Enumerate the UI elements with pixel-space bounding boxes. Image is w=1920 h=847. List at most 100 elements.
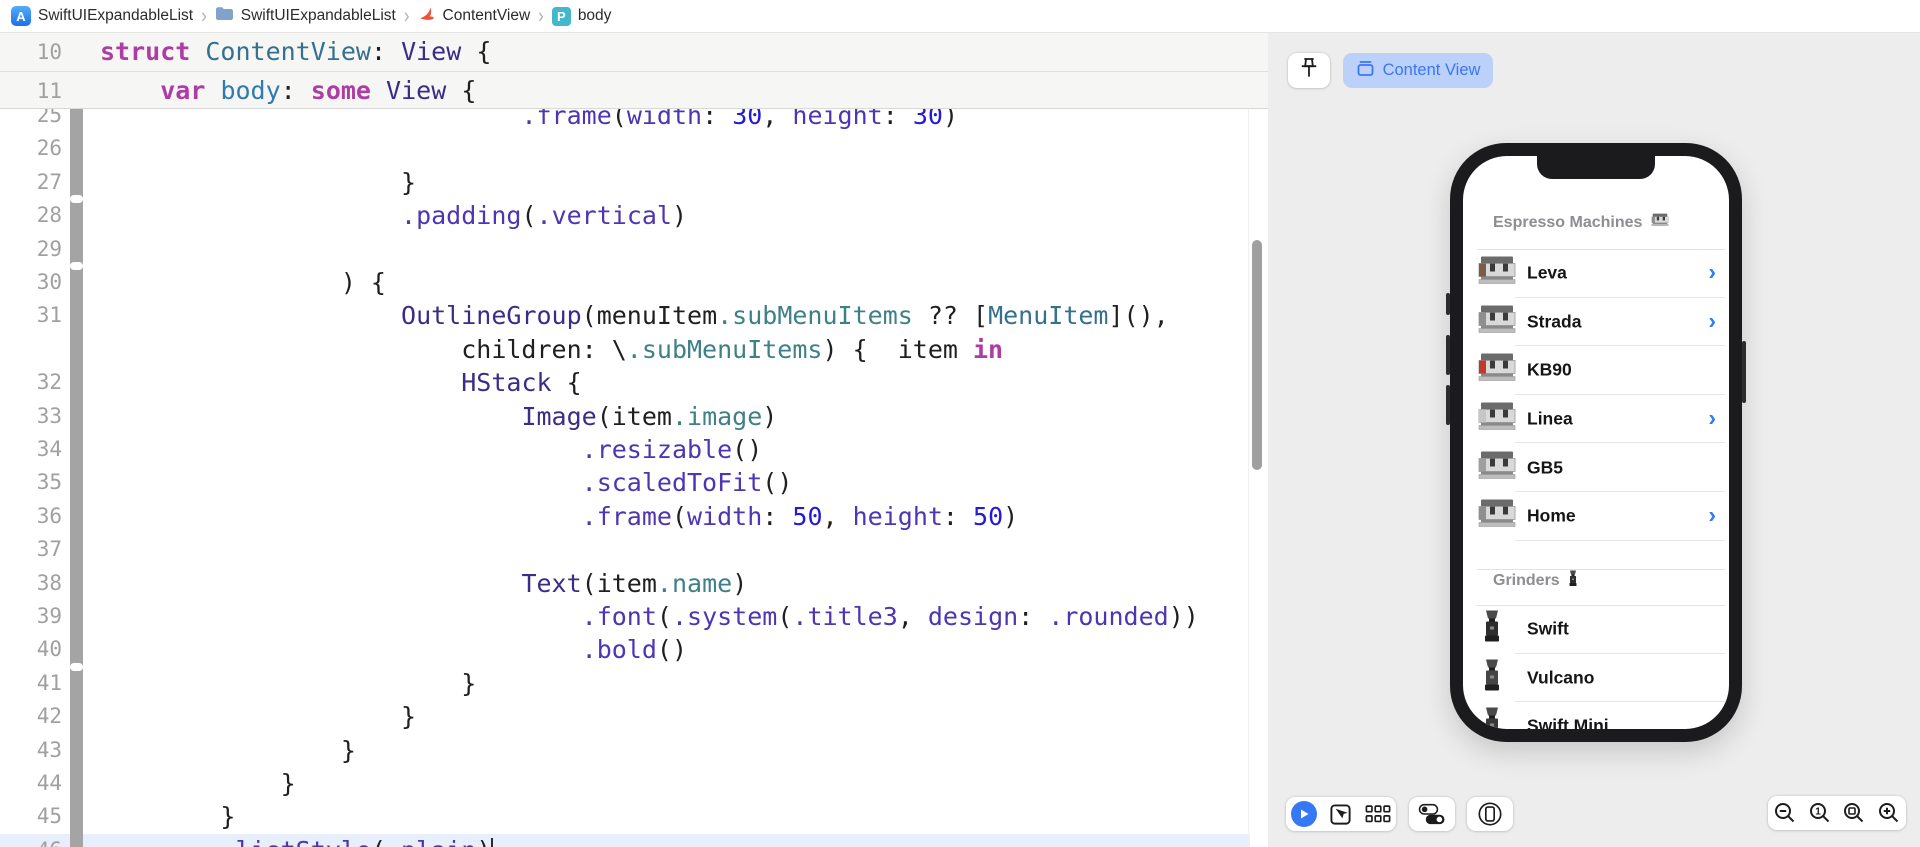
code-line-40[interactable]: 40 .bold() [0, 633, 1250, 666]
line-number[interactable]: 38 [0, 567, 70, 600]
line-number[interactable]: 36 [0, 500, 70, 533]
code-text[interactable]: } [70, 800, 235, 833]
code-text[interactable]: .font(.system(.title3, design: .rounded)… [70, 600, 1199, 633]
code-text[interactable]: } [70, 667, 476, 700]
line-number[interactable]: 33 [0, 400, 70, 433]
chevron-right-icon[interactable]: › [1708, 502, 1716, 529]
code-line-45[interactable]: 45 } [0, 800, 1250, 833]
code-text[interactable]: .scaledToFit() [70, 466, 793, 499]
code-text[interactable]: var body: some View { [70, 72, 476, 108]
play-button[interactable] [1289, 799, 1319, 829]
line-number[interactable]: 28 [0, 199, 70, 232]
code-line-34[interactable]: 34 .resizable() [0, 433, 1250, 466]
list-item-leva[interactable]: Leva › [1463, 249, 1729, 298]
code-text[interactable]: HStack { [70, 366, 581, 399]
chevron-right-icon[interactable]: › [1708, 405, 1716, 432]
line-number[interactable] [0, 333, 70, 366]
line-number[interactable]: 44 [0, 767, 70, 800]
breadcrumb-group[interactable]: SwiftUIExpandableList [215, 6, 396, 26]
line-number[interactable]: 31 [0, 299, 70, 332]
code-text[interactable]: .bold() [70, 633, 687, 666]
line-number[interactable]: 26 [0, 132, 70, 165]
code-line-27[interactable]: 27 } [0, 166, 1250, 199]
editor-scrollbar-thumb[interactable] [1252, 240, 1262, 470]
breadcrumb-file[interactable]: ContentView [418, 5, 530, 28]
line-number[interactable]: 39 [0, 600, 70, 633]
line-number[interactable]: 34 [0, 433, 70, 466]
code-line-28[interactable]: 28 .padding(.vertical) [0, 199, 1250, 232]
line-number[interactable]: 37 [0, 533, 70, 566]
code-line-26[interactable]: 26 [0, 132, 1250, 165]
code-fold-ribbon[interactable] [70, 99, 83, 847]
list-item-swift-mini[interactable]: Swift Mini [1463, 702, 1729, 729]
code-line-46[interactable]: 46 .listStyle(.plain) [0, 833, 1250, 847]
line-number[interactable]: 43 [0, 734, 70, 767]
chevron-right-icon[interactable]: › [1708, 259, 1716, 286]
code-text[interactable]: Image(item.image) [70, 400, 777, 433]
code-text[interactable]: ) { [70, 266, 386, 299]
code-line-43[interactable]: 43 } [0, 734, 1250, 767]
code-text[interactable]: struct ContentView: View { [70, 33, 491, 71]
list-item-gb5[interactable]: GB5 [1463, 443, 1729, 492]
content-view-tab[interactable]: Content View [1343, 53, 1493, 88]
code-text[interactable]: } [70, 767, 296, 800]
code-line-44[interactable]: 44 } [0, 767, 1250, 800]
list-item-vulcano[interactable]: Vulcano [1463, 654, 1729, 703]
list-item-home[interactable]: Home › [1463, 492, 1729, 541]
line-number[interactable]: 27 [0, 166, 70, 199]
code-line-36[interactable]: 36 .frame(width: 50, height: 50) [0, 500, 1250, 533]
select-mode-button[interactable] [1326, 799, 1356, 829]
code-text[interactable]: .frame(width: 50, height: 50) [70, 500, 1019, 533]
code-line-31[interactable]: 31 OutlineGroup(menuItem.subMenuItems ??… [0, 299, 1250, 332]
code-text[interactable]: .resizable() [70, 433, 763, 466]
zoom-out-button[interactable] [1770, 798, 1800, 828]
code-text[interactable]: children: \.subMenuItems) { item in [70, 333, 1003, 366]
line-number[interactable]: 10 [0, 33, 70, 71]
zoom-in-button[interactable] [1874, 798, 1904, 828]
code-text[interactable]: .listStyle(.plain) [70, 834, 494, 847]
pinned-line-11[interactable]: 11 var body: some View { [0, 72, 1268, 109]
device-bezels-button[interactable] [1467, 797, 1513, 831]
code-line-37[interactable]: 37 [0, 533, 1250, 566]
chevron-right-icon[interactable]: › [1708, 307, 1716, 334]
line-number[interactable]: 30 [0, 266, 70, 299]
variants-grid-button[interactable] [1363, 799, 1393, 829]
breadcrumb-project[interactable]: A SwiftUIExpandableList [11, 6, 193, 26]
breadcrumb-symbol[interactable]: P body [551, 6, 611, 26]
device-settings-button[interactable] [1409, 797, 1455, 831]
code-line-38[interactable]: 38 Text(item.name) [0, 567, 1250, 600]
code-line-39[interactable]: 39 .font(.system(.title3, design: .round… [0, 600, 1250, 633]
code-line-30[interactable]: 30 ) { [0, 266, 1250, 299]
code-text[interactable]: .padding(.vertical) [70, 199, 687, 232]
zoom-actual-button[interactable]: 1 [1805, 798, 1835, 828]
line-number[interactable]: 11 [0, 72, 70, 108]
code-line-33[interactable]: 33 Image(item.image) [0, 400, 1250, 433]
code-editor[interactable]: 25 .frame(width: 30, height: 30) 26 27 } 28… [0, 33, 1268, 847]
pin-preview-button[interactable] [1288, 53, 1330, 88]
zoom-fit-button[interactable] [1839, 798, 1869, 828]
line-number[interactable]: 35 [0, 466, 70, 499]
code-line-32[interactable]: 32 HStack { [0, 366, 1250, 399]
list-item-kb90[interactable]: KB90 [1463, 346, 1729, 395]
line-number[interactable]: 45 [0, 800, 70, 833]
code-line-29[interactable]: 29 [0, 233, 1250, 266]
line-number[interactable]: 29 [0, 233, 70, 266]
code-line-42[interactable]: 42 } [0, 700, 1250, 733]
code-line-35[interactable]: 35 .scaledToFit() [0, 466, 1250, 499]
list-item-linea[interactable]: Linea › [1463, 395, 1729, 444]
line-number[interactable]: 32 [0, 366, 70, 399]
pinned-line-10[interactable]: 10 struct ContentView: View { [0, 33, 1268, 72]
code-line-wrap[interactable]: children: \.subMenuItems) { item in [0, 333, 1250, 366]
list-item-strada[interactable]: Strada › [1463, 298, 1729, 347]
line-number[interactable]: 40 [0, 633, 70, 666]
code-line-41[interactable]: 41 } [0, 667, 1250, 700]
code-text[interactable]: } [70, 700, 416, 733]
code-text[interactable]: } [70, 734, 356, 767]
line-number[interactable]: 42 [0, 700, 70, 733]
line-number[interactable]: 41 [0, 667, 70, 700]
code-text[interactable]: OutlineGroup(menuItem.subMenuItems ?? [M… [70, 299, 1169, 332]
line-number[interactable]: 46 [0, 834, 70, 847]
code-text[interactable]: Text(item.name) [70, 567, 747, 600]
list-item-swift[interactable]: Swift [1463, 605, 1729, 654]
code-text[interactable]: } [70, 166, 416, 199]
